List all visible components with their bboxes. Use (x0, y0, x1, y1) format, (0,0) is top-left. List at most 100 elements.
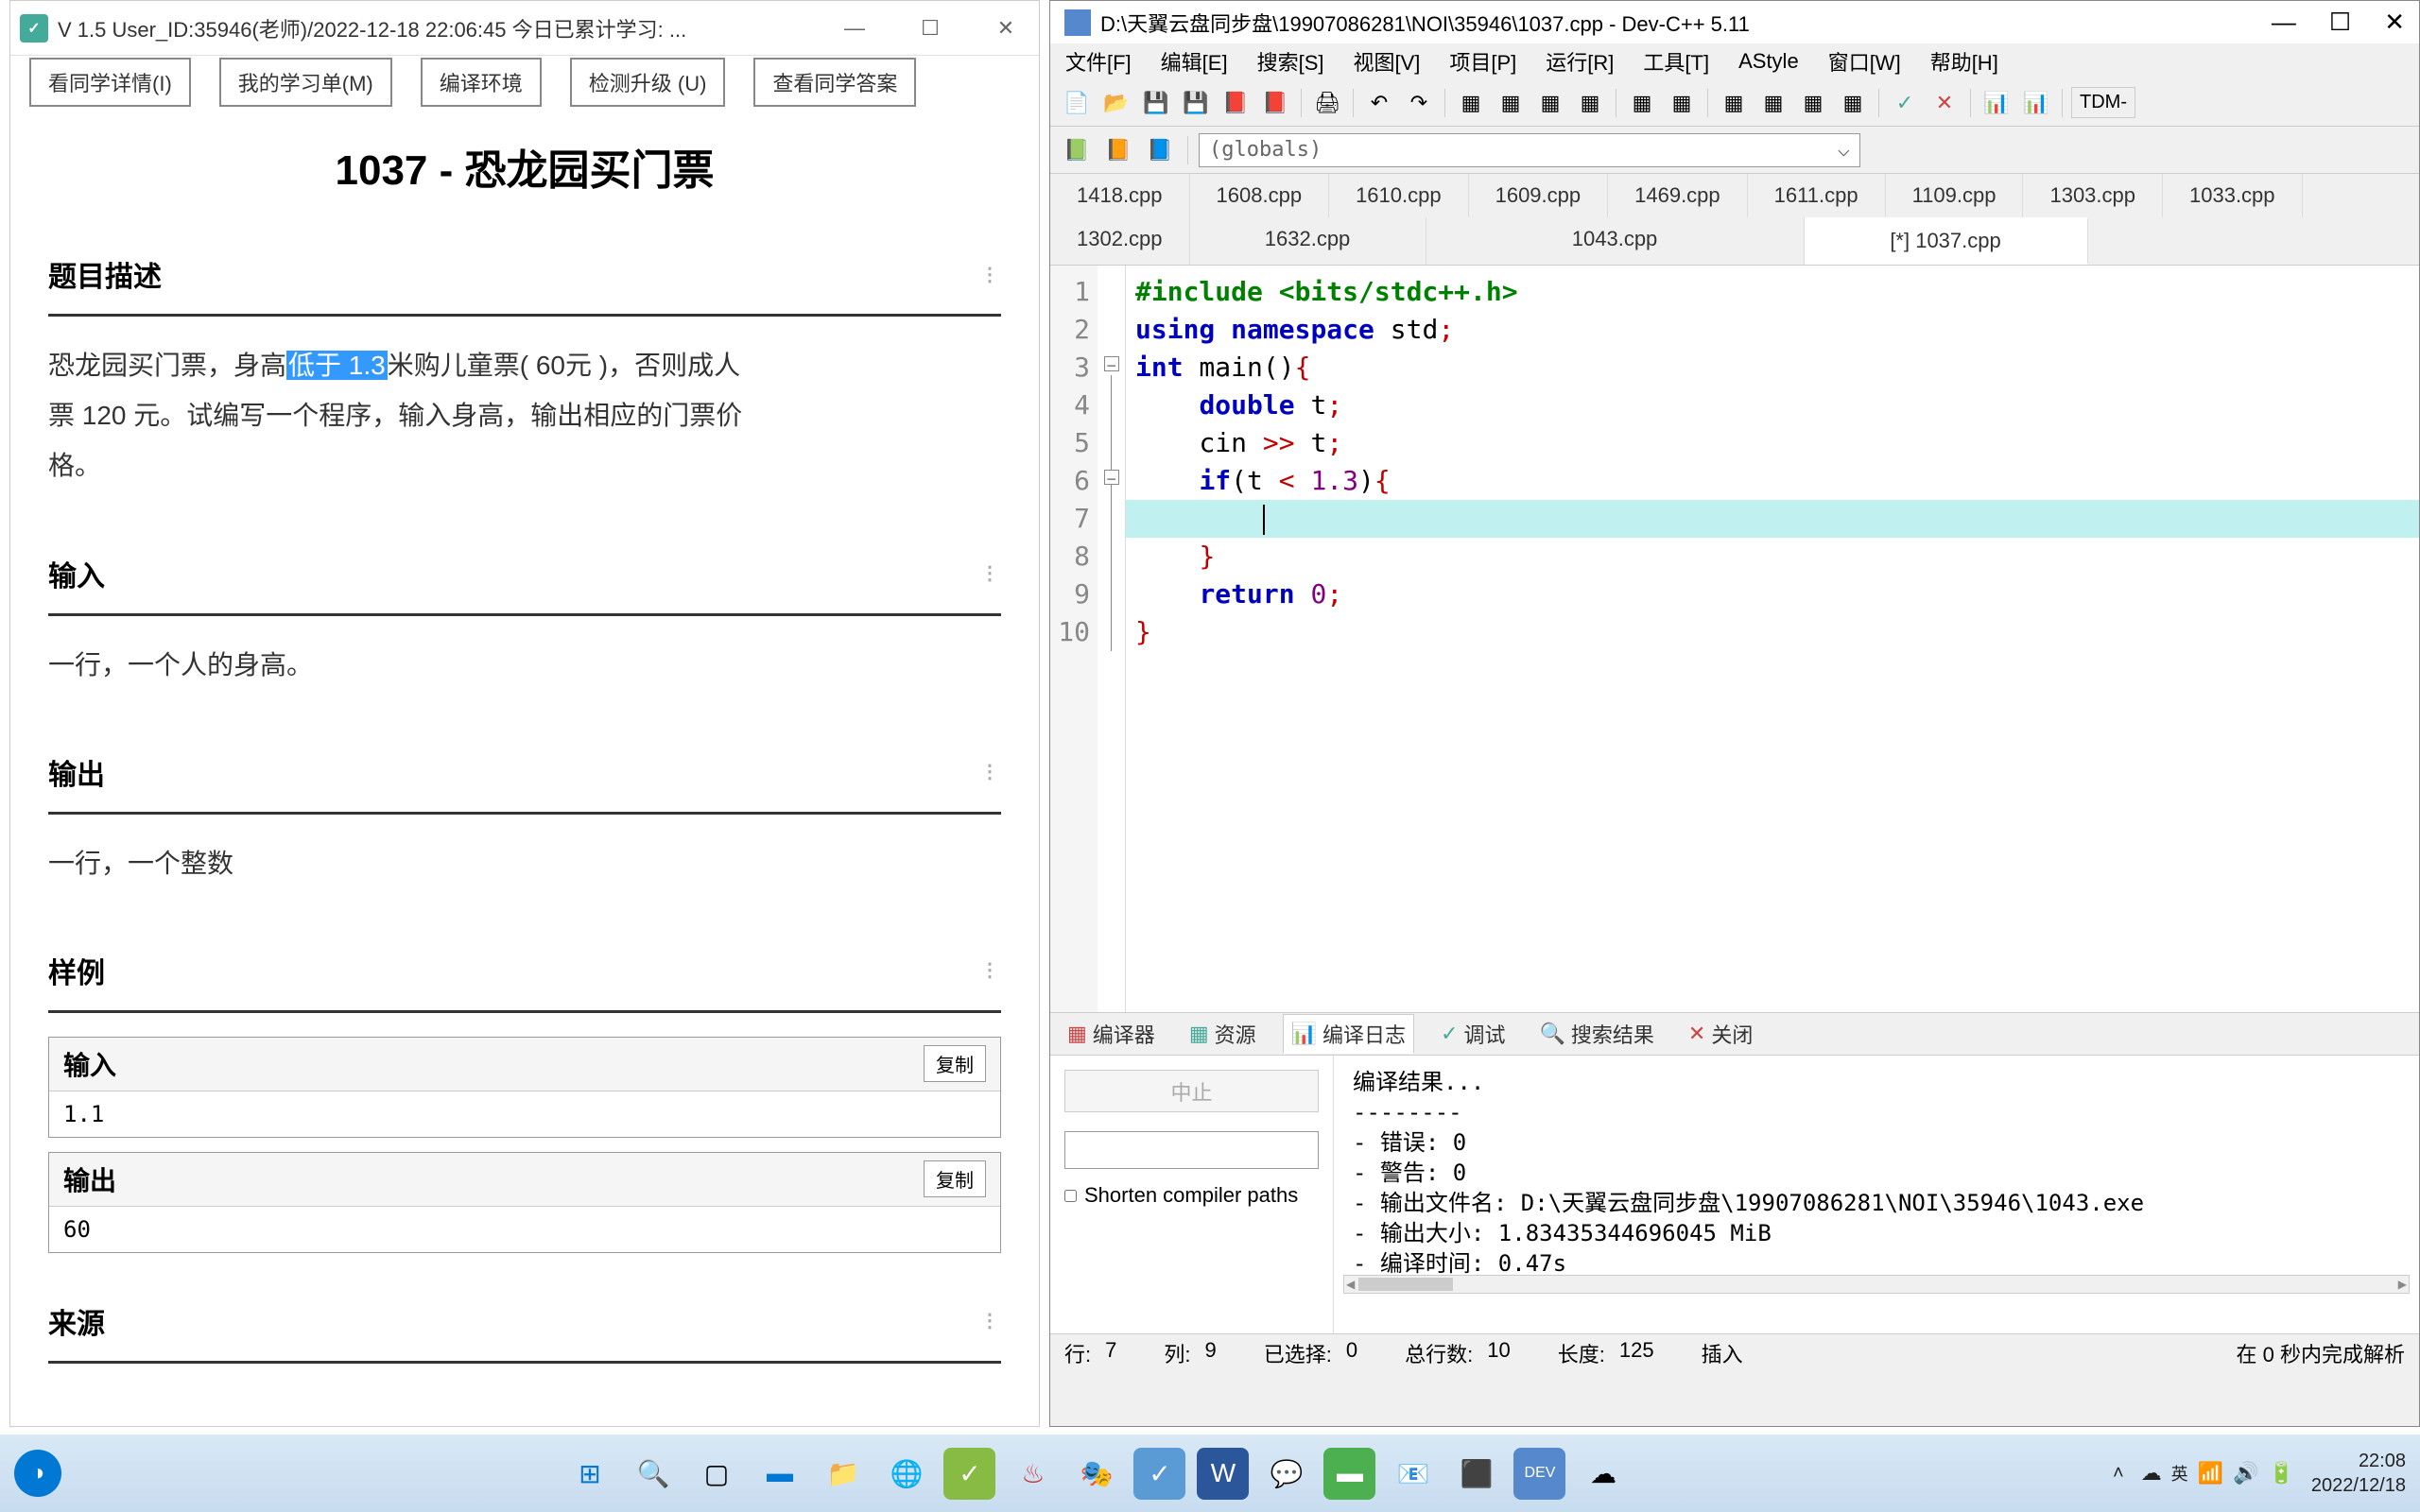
file-tab[interactable]: 1609.cpp (1469, 174, 1609, 217)
compiler-combo[interactable]: TDM- (2071, 87, 2135, 118)
debug-icon[interactable]: ▦ (1625, 86, 1659, 120)
edge-browser-icon[interactable]: 🌐 (880, 1448, 932, 1500)
class-browser-icon[interactable]: 📘 (1143, 133, 1177, 167)
section-menu-icon[interactable]: ⋮ (980, 1309, 1001, 1332)
rebuild-icon[interactable]: ▦ (1573, 86, 1607, 120)
scrollbar-thumb[interactable] (1358, 1278, 1453, 1291)
menu-astyle[interactable]: AStyle (1731, 45, 1806, 77)
cross-icon[interactable]: ✕ (1927, 86, 1962, 120)
file-tab-active[interactable]: [*] 1037.cpp (1805, 217, 2088, 265)
widgets-button[interactable]: ◑ (14, 1450, 61, 1497)
fold-marker-icon[interactable] (1104, 356, 1119, 371)
globals-combo[interactable]: (globals) ⌵ (1199, 133, 1860, 167)
compile-run-icon[interactable]: ▦ (1533, 86, 1567, 120)
file-tab[interactable]: 1302.cpp (1050, 217, 1190, 265)
horizontal-scrollbar[interactable]: ◀ ▶ (1343, 1275, 2410, 1294)
copy-output-button[interactable]: 复制 (924, 1160, 986, 1197)
compile-env-button[interactable]: 编译环境 (421, 58, 542, 107)
bookmark-icon[interactable]: ▦ (1796, 86, 1830, 120)
file-tab[interactable]: 1610.cpp (1329, 174, 1469, 217)
onedrive-icon[interactable]: ☁ (2141, 1461, 2162, 1486)
compile-log-tab[interactable]: 📊编译日志 (1283, 1014, 1414, 1054)
insert-icon[interactable]: ▦ (1756, 86, 1790, 120)
stop-icon[interactable]: ▦ (1665, 86, 1699, 120)
save-icon[interactable]: 💾 (1139, 86, 1173, 120)
section-menu-icon[interactable]: ⋮ (980, 561, 1001, 585)
code-text-area[interactable]: #include <bits/stdc++.h> using namespace… (1126, 266, 2419, 1012)
close-button[interactable]: ✕ (982, 9, 1029, 47)
file-tab[interactable]: 1033.cpp (2163, 174, 2303, 217)
section-menu-icon[interactable]: ⋮ (980, 760, 1001, 783)
study-list-button[interactable]: 我的学习单(M) (219, 58, 392, 107)
close-all-icon[interactable]: 📕 (1258, 86, 1292, 120)
save-all-icon[interactable]: 💾 (1179, 86, 1213, 120)
resource-tab[interactable]: ▦资源 (1182, 1015, 1264, 1053)
section-menu-icon[interactable]: ⋮ (980, 958, 1001, 982)
menu-run[interactable]: 运行[R] (1538, 43, 1621, 80)
taskbar-app-icon[interactable]: ♨ (1007, 1448, 1059, 1500)
file-tab[interactable]: 1303.cpp (2023, 174, 2163, 217)
taskbar-app-icon[interactable]: ⬛ (1450, 1448, 1502, 1500)
check-icon[interactable]: ✓ (1888, 86, 1922, 120)
start-button[interactable]: ⊞ (563, 1448, 615, 1500)
taskbar-app-icon[interactable]: 📧 (1387, 1448, 1439, 1500)
code-editor[interactable]: 1 2 3 4 5 6 7 8 9 10 #include <bits/stdc… (1050, 266, 2419, 1012)
menu-edit[interactable]: 编辑[E] (1153, 43, 1236, 80)
compile-icon[interactable]: ▦ (1454, 86, 1488, 120)
word-app-icon[interactable]: W (1197, 1448, 1249, 1500)
menu-project[interactable]: 项目[P] (1442, 43, 1524, 80)
task-view-button[interactable]: ▢ (690, 1448, 742, 1500)
close-tab[interactable]: ✕关闭 (1681, 1015, 1760, 1053)
file-tab[interactable]: 1418.cpp (1050, 174, 1190, 217)
devcpp-taskbar-icon[interactable]: DEV (1513, 1448, 1565, 1500)
run-icon[interactable]: ▦ (1494, 86, 1528, 120)
taskbar-app-icon[interactable]: ☁ (1577, 1448, 1629, 1500)
search-button[interactable]: 🔍 (627, 1448, 679, 1500)
close-file-icon[interactable]: 📕 (1219, 86, 1253, 120)
taskbar-app-icon[interactable]: ▬ (753, 1448, 805, 1500)
wifi-icon[interactable]: 📶 (2198, 1461, 2223, 1486)
view-detail-button[interactable]: 看同学详情(I) (29, 58, 191, 107)
goto-icon[interactable]: ▦ (1836, 86, 1870, 120)
compile-path-input[interactable] (1064, 1131, 1319, 1169)
volume-icon[interactable]: 🔊 (2233, 1461, 2258, 1486)
file-tab[interactable]: 1043.cpp (1426, 217, 1805, 265)
back-icon[interactable]: 📗 (1060, 133, 1094, 167)
menu-search[interactable]: 搜索[S] (1250, 43, 1332, 80)
new-class-icon[interactable]: ▦ (1717, 86, 1751, 120)
todo-app-icon[interactable]: ✓ (1133, 1448, 1185, 1500)
file-tab[interactable]: 1632.cpp (1190, 217, 1426, 265)
copy-input-button[interactable]: 复制 (924, 1045, 986, 1082)
file-tab[interactable]: 1469.cpp (1608, 174, 1748, 217)
problem-content[interactable]: 1037 - 恐龙园买门票 题目描述 ⋮ 恐龙园买门票，身高低于 1.3米购儿童… (10, 108, 1039, 1424)
debug-tab[interactable]: ✓调试 (1433, 1015, 1512, 1053)
maximize-button[interactable]: ☐ (907, 9, 954, 47)
new-file-icon[interactable]: 📄 (1060, 86, 1094, 120)
menu-window[interactable]: 窗口[W] (1821, 43, 1909, 80)
profile-icon[interactable]: 📊 (1979, 86, 2014, 120)
file-tab[interactable]: 1608.cpp (1190, 174, 1330, 217)
taskbar-app-icon[interactable]: ✓ (943, 1448, 995, 1500)
tray-chevron-icon[interactable]: ˄ (2113, 1463, 2124, 1485)
close-button[interactable]: ✕ (2384, 8, 2405, 37)
check-upgrade-button[interactable]: 检测升级 (U) (570, 58, 726, 107)
minimize-button[interactable]: — (2272, 8, 2296, 37)
menu-view[interactable]: 视图[V] (1345, 43, 1427, 80)
view-answers-button[interactable]: 查看同学答案 (753, 58, 916, 107)
minimize-button[interactable]: — (831, 9, 878, 47)
compiler-tab[interactable]: ▦编译器 (1060, 1015, 1163, 1053)
redo-icon[interactable]: ↷ (1402, 86, 1436, 120)
taskbar-app-icon[interactable]: 🎭 (1070, 1448, 1122, 1500)
file-tab[interactable]: 1109.cpp (1886, 174, 2024, 217)
file-tab[interactable]: 1611.cpp (1748, 174, 1886, 217)
wechat-icon[interactable]: 💬 (1260, 1448, 1312, 1500)
open-file-icon[interactable]: 📂 (1099, 86, 1133, 120)
battery-icon[interactable]: 🔋 (2268, 1461, 2293, 1486)
maximize-button[interactable]: ☐ (2329, 8, 2351, 37)
menu-file[interactable]: 文件[F] (1058, 43, 1139, 80)
section-menu-icon[interactable]: ⋮ (980, 263, 1001, 286)
fold-marker-icon[interactable] (1104, 470, 1119, 485)
file-explorer-icon[interactable]: 📁 (817, 1448, 869, 1500)
clock[interactable]: 22:08 2022/12/18 (2311, 1449, 2406, 1498)
menu-tools[interactable]: 工具[T] (1635, 43, 1717, 80)
